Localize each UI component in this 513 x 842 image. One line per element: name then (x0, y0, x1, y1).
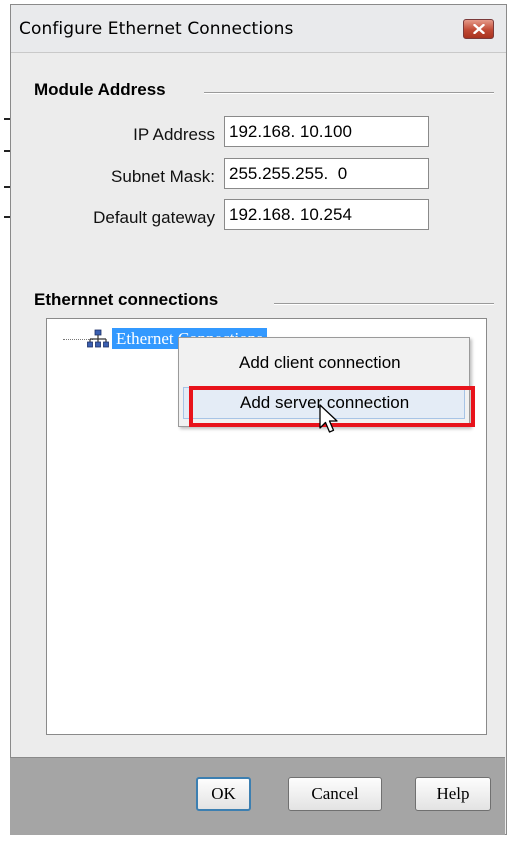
window-title: Configure Ethernet Connections (19, 19, 294, 39)
mouse-cursor-icon (319, 404, 338, 433)
network-icon (87, 329, 109, 348)
cancel-button[interactable]: Cancel (288, 777, 382, 811)
subnet-mask-input[interactable] (224, 158, 429, 189)
ip-address-label: IP Address (133, 125, 215, 144)
close-button[interactable] (463, 19, 494, 39)
button-bar: OK Cancel Help (10, 757, 505, 835)
connections-divider (274, 303, 494, 305)
ethernet-connections-heading: Ethernnet connections (34, 290, 219, 309)
default-gateway-input[interactable] (224, 199, 429, 230)
close-icon (472, 24, 485, 34)
module-address-divider (204, 92, 494, 94)
ip-address-input[interactable] (224, 116, 429, 147)
title-bar: Configure Ethernet Connections (11, 5, 506, 53)
ok-button[interactable]: OK (196, 777, 251, 811)
help-button[interactable]: Help (415, 777, 491, 811)
subnet-mask-label: Subnet Mask: (111, 167, 215, 186)
default-gateway-label: Default gateway (93, 208, 215, 227)
module-address-heading: Module Address (34, 80, 166, 99)
menu-item-add-client[interactable]: Add client connection (183, 347, 465, 379)
left-edge-artifacts (0, 0, 10, 842)
